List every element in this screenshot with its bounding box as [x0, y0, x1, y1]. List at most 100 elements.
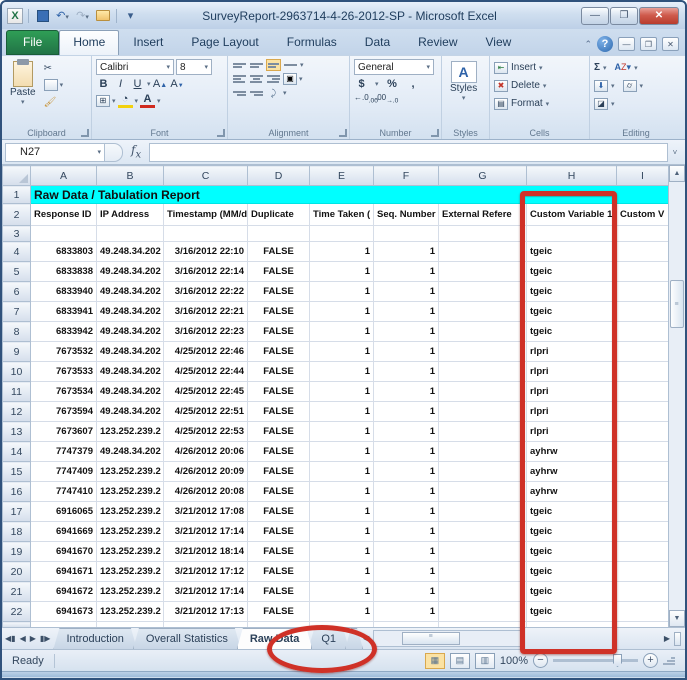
- increase-indent-button[interactable]: [249, 87, 264, 99]
- empty-cell[interactable]: [31, 226, 97, 242]
- number-dialog-launcher[interactable]: [431, 129, 439, 137]
- excel-app-icon[interactable]: X: [7, 8, 23, 24]
- field-header-cell[interactable]: Seq. Number: [374, 204, 439, 226]
- data-cell[interactable]: 1: [374, 402, 439, 422]
- ribbon-tab-file[interactable]: File: [6, 30, 59, 55]
- data-cell[interactable]: 6941670: [31, 542, 97, 562]
- data-cell[interactable]: 1: [374, 522, 439, 542]
- data-cell[interactable]: FALSE: [248, 402, 310, 422]
- empty-cell[interactable]: [617, 622, 669, 628]
- data-cell[interactable]: FALSE: [248, 322, 310, 342]
- data-cell[interactable]: 123.252.239.2: [97, 582, 164, 602]
- row-number[interactable]: 2: [3, 204, 31, 226]
- align-right-button[interactable]: [266, 73, 281, 85]
- data-cell[interactable]: 1: [374, 302, 439, 322]
- data-cell[interactable]: 49.248.34.202: [97, 302, 164, 322]
- data-cell[interactable]: 1: [374, 382, 439, 402]
- data-cell[interactable]: 1: [310, 382, 374, 402]
- fill-color-button[interactable]: ◔: [118, 93, 133, 108]
- column-header-F[interactable]: F: [374, 166, 439, 186]
- data-cell[interactable]: 1: [310, 262, 374, 282]
- column-header-B[interactable]: B: [97, 166, 164, 186]
- field-header-cell[interactable]: Duplicate: [248, 204, 310, 226]
- decrease-decimal-button[interactable]: .00→.0: [375, 93, 390, 105]
- data-cell[interactable]: 7747409: [31, 462, 97, 482]
- data-cell[interactable]: 49.248.34.202: [97, 402, 164, 422]
- empty-cell[interactable]: [97, 226, 164, 242]
- underline-button[interactable]: U: [130, 78, 145, 90]
- alignment-dialog-launcher[interactable]: [339, 129, 347, 137]
- empty-cell[interactable]: [164, 622, 248, 628]
- prev-sheet-icon[interactable]: ◀: [20, 634, 26, 643]
- cut-button[interactable]: ✂: [44, 61, 64, 75]
- column-header-A[interactable]: A: [31, 166, 97, 186]
- data-cell[interactable]: 49.248.34.202: [97, 442, 164, 462]
- row-number[interactable]: 4: [3, 242, 31, 262]
- data-cell[interactable]: FALSE: [248, 582, 310, 602]
- data-cell[interactable]: 1: [374, 342, 439, 362]
- data-cell[interactable]: 1: [310, 562, 374, 582]
- column-header-D[interactable]: D: [248, 166, 310, 186]
- paste-button[interactable]: Paste ▾: [6, 59, 40, 125]
- field-header-cell[interactable]: Time Taken (: [310, 204, 374, 226]
- data-cell[interactable]: [439, 462, 527, 482]
- data-cell[interactable]: [439, 362, 527, 382]
- empty-cell[interactable]: [617, 322, 669, 342]
- sort-filter-button[interactable]: AZ▾▾: [615, 59, 638, 76]
- next-sheet-icon[interactable]: ▶: [30, 634, 36, 643]
- tab-split-handle[interactable]: [674, 632, 681, 646]
- vertical-scrollbar[interactable]: ▲ ≡ ▼: [668, 165, 685, 627]
- data-cell[interactable]: 4/25/2012 22:45: [164, 382, 248, 402]
- data-cell[interactable]: 1: [374, 322, 439, 342]
- data-cell[interactable]: 1: [310, 582, 374, 602]
- data-cell[interactable]: 123.252.239.2: [97, 502, 164, 522]
- row-number[interactable]: 5: [3, 262, 31, 282]
- data-cell[interactable]: 6941673: [31, 602, 97, 622]
- column-header-G[interactable]: G: [439, 166, 527, 186]
- data-cell[interactable]: [439, 262, 527, 282]
- data-cell[interactable]: [439, 522, 527, 542]
- data-cell[interactable]: 1: [374, 542, 439, 562]
- data-cell[interactable]: 7673607: [31, 422, 97, 442]
- autosum-button[interactable]: Σ▾: [594, 59, 607, 76]
- restore-button[interactable]: ❐: [610, 7, 638, 25]
- data-cell[interactable]: 123.252.239.2: [97, 542, 164, 562]
- empty-cell[interactable]: [617, 582, 669, 602]
- data-cell[interactable]: 123.252.239.2: [97, 522, 164, 542]
- empty-cell[interactable]: [617, 442, 669, 462]
- close-button[interactable]: ✕: [639, 7, 679, 25]
- data-cell[interactable]: 3/16/2012 22:23: [164, 322, 248, 342]
- field-header-cell[interactable]: Response ID: [31, 204, 97, 226]
- font-dialog-launcher[interactable]: [217, 129, 225, 137]
- sheet-tab-introduction[interactable]: Introduction: [53, 628, 136, 649]
- row-number[interactable]: 3: [3, 226, 31, 242]
- data-cell[interactable]: 1: [374, 442, 439, 462]
- data-cell[interactable]: 1: [374, 422, 439, 442]
- empty-cell[interactable]: [617, 602, 669, 622]
- data-cell[interactable]: FALSE: [248, 562, 310, 582]
- align-middle-button[interactable]: [249, 59, 264, 71]
- data-cell[interactable]: 3/21/2012 17:14: [164, 522, 248, 542]
- italic-button[interactable]: I: [113, 78, 128, 90]
- data-cell[interactable]: [439, 482, 527, 502]
- row-number[interactable]: 16: [3, 482, 31, 502]
- data-cell[interactable]: 3/16/2012 22:22: [164, 282, 248, 302]
- vertical-scroll-thumb[interactable]: ≡: [670, 280, 684, 328]
- data-cell[interactable]: 1: [310, 282, 374, 302]
- data-cell[interactable]: 123.252.239.2: [97, 462, 164, 482]
- field-header-cell[interactable]: Custom V: [617, 204, 669, 226]
- empty-cell[interactable]: [439, 622, 527, 628]
- redo-button[interactable]: ↷▾: [74, 8, 91, 24]
- row-number[interactable]: 6: [3, 282, 31, 302]
- data-cell[interactable]: 49.248.34.202: [97, 242, 164, 262]
- styles-button[interactable]: A Styles ▾: [446, 59, 481, 125]
- fill-button[interactable]: ⬇▾: [594, 77, 615, 94]
- data-cell[interactable]: 1: [310, 242, 374, 262]
- data-cell[interactable]: FALSE: [248, 462, 310, 482]
- empty-cell[interactable]: [617, 502, 669, 522]
- font-color-button[interactable]: A: [140, 93, 155, 108]
- data-cell[interactable]: 4/26/2012 20:06: [164, 442, 248, 462]
- row-number[interactable]: 11: [3, 382, 31, 402]
- empty-cell[interactable]: [617, 522, 669, 542]
- data-cell[interactable]: [439, 402, 527, 422]
